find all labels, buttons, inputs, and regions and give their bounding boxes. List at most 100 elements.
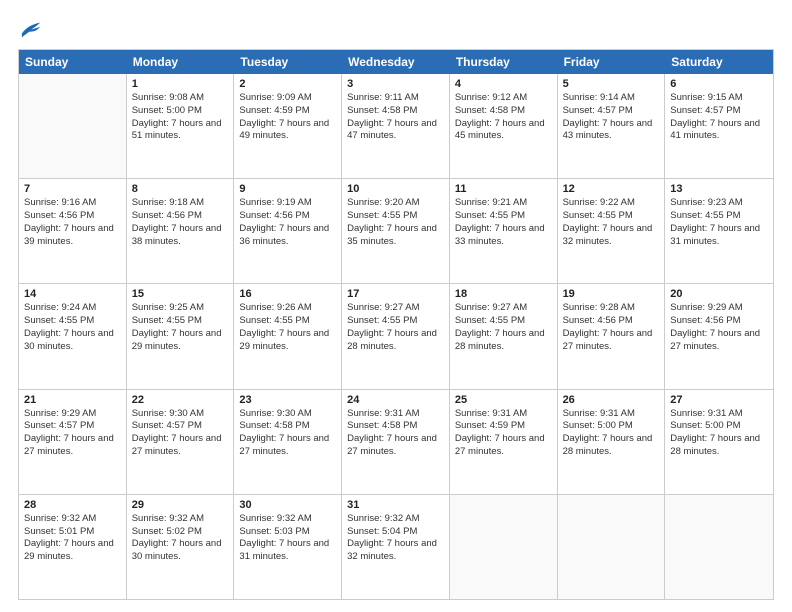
cell-info-line: Sunrise: 9:19 AM (239, 197, 336, 210)
calendar-cell: 1Sunrise: 9:08 AMSunset: 5:00 PMDaylight… (127, 74, 235, 178)
day-number: 6 (670, 78, 768, 90)
cell-info-line: Sunset: 4:57 PM (24, 420, 121, 433)
cell-info-line: Daylight: 7 hours and 45 minutes. (455, 118, 552, 144)
cell-info-line: Sunset: 4:55 PM (670, 210, 768, 223)
cell-info-line: Sunset: 4:55 PM (563, 210, 660, 223)
calendar-cell: 19Sunrise: 9:28 AMSunset: 4:56 PMDayligh… (558, 284, 666, 388)
calendar-cell: 27Sunrise: 9:31 AMSunset: 5:00 PMDayligh… (665, 390, 773, 494)
cell-info-line: Sunset: 4:57 PM (563, 105, 660, 118)
cell-info-line: Sunrise: 9:27 AM (347, 302, 444, 315)
cell-info-line: Daylight: 7 hours and 27 minutes. (132, 433, 229, 459)
day-number: 3 (347, 78, 444, 90)
cell-info-line: Sunset: 5:02 PM (132, 526, 229, 539)
cell-info-line: Sunset: 4:56 PM (24, 210, 121, 223)
cell-info-line: Sunrise: 9:12 AM (455, 92, 552, 105)
calendar-cell: 20Sunrise: 9:29 AMSunset: 4:56 PMDayligh… (665, 284, 773, 388)
cell-info-line: Sunrise: 9:15 AM (670, 92, 768, 105)
cell-info-line: Sunrise: 9:23 AM (670, 197, 768, 210)
calendar-cell: 12Sunrise: 9:22 AMSunset: 4:55 PMDayligh… (558, 179, 666, 283)
calendar-cell: 29Sunrise: 9:32 AMSunset: 5:02 PMDayligh… (127, 495, 235, 599)
cell-info-line: Daylight: 7 hours and 27 minutes. (239, 433, 336, 459)
cell-info-line: Daylight: 7 hours and 28 minutes. (670, 433, 768, 459)
day-number: 30 (239, 499, 336, 511)
cell-info-line: Sunset: 4:58 PM (239, 420, 336, 433)
cell-info-line: Sunset: 4:55 PM (239, 315, 336, 328)
cell-info-line: Daylight: 7 hours and 29 minutes. (24, 538, 121, 564)
cell-info-line: Sunrise: 9:18 AM (132, 197, 229, 210)
cell-info-line: Sunset: 4:57 PM (132, 420, 229, 433)
day-number: 2 (239, 78, 336, 90)
cell-info-line: Sunset: 4:59 PM (239, 105, 336, 118)
day-number: 15 (132, 288, 229, 300)
cell-info-line: Sunset: 4:58 PM (347, 420, 444, 433)
cell-info-line: Daylight: 7 hours and 27 minutes. (563, 328, 660, 354)
calendar-cell: 3Sunrise: 9:11 AMSunset: 4:58 PMDaylight… (342, 74, 450, 178)
calendar-cell: 24Sunrise: 9:31 AMSunset: 4:58 PMDayligh… (342, 390, 450, 494)
day-number: 5 (563, 78, 660, 90)
cell-info-line: Daylight: 7 hours and 32 minutes. (347, 538, 444, 564)
calendar-cell: 17Sunrise: 9:27 AMSunset: 4:55 PMDayligh… (342, 284, 450, 388)
week-row-5: 28Sunrise: 9:32 AMSunset: 5:01 PMDayligh… (19, 495, 773, 599)
calendar-cell (558, 495, 666, 599)
day-of-week-monday: Monday (127, 50, 235, 74)
cell-info-line: Sunrise: 9:20 AM (347, 197, 444, 210)
cell-info-line: Sunrise: 9:32 AM (24, 513, 121, 526)
cell-info-line: Sunrise: 9:31 AM (563, 408, 660, 421)
calendar-cell (450, 495, 558, 599)
calendar-cell: 30Sunrise: 9:32 AMSunset: 5:03 PMDayligh… (234, 495, 342, 599)
day-number: 1 (132, 78, 229, 90)
calendar-body: 1Sunrise: 9:08 AMSunset: 5:00 PMDaylight… (19, 74, 773, 599)
calendar-cell: 8Sunrise: 9:18 AMSunset: 4:56 PMDaylight… (127, 179, 235, 283)
cell-info-line: Daylight: 7 hours and 31 minutes. (670, 223, 768, 249)
page: SundayMondayTuesdayWednesdayThursdayFrid… (0, 0, 792, 612)
day-number: 4 (455, 78, 552, 90)
calendar-cell: 15Sunrise: 9:25 AMSunset: 4:55 PMDayligh… (127, 284, 235, 388)
cell-info-line: Sunset: 5:01 PM (24, 526, 121, 539)
calendar-cell: 4Sunrise: 9:12 AMSunset: 4:58 PMDaylight… (450, 74, 558, 178)
cell-info-line: Sunset: 4:57 PM (670, 105, 768, 118)
cell-info-line: Sunrise: 9:26 AM (239, 302, 336, 315)
cell-info-line: Sunrise: 9:28 AM (563, 302, 660, 315)
day-number: 8 (132, 183, 229, 195)
day-of-week-wednesday: Wednesday (342, 50, 450, 74)
logo-bird-icon (20, 20, 42, 38)
cell-info-line: Sunrise: 9:30 AM (132, 408, 229, 421)
calendar-cell: 7Sunrise: 9:16 AMSunset: 4:56 PMDaylight… (19, 179, 127, 283)
day-number: 18 (455, 288, 552, 300)
day-number: 25 (455, 394, 552, 406)
cell-info-line: Sunrise: 9:21 AM (455, 197, 552, 210)
calendar-cell: 2Sunrise: 9:09 AMSunset: 4:59 PMDaylight… (234, 74, 342, 178)
cell-info-line: Sunrise: 9:31 AM (455, 408, 552, 421)
calendar-cell: 16Sunrise: 9:26 AMSunset: 4:55 PMDayligh… (234, 284, 342, 388)
day-of-week-saturday: Saturday (665, 50, 773, 74)
week-row-4: 21Sunrise: 9:29 AMSunset: 4:57 PMDayligh… (19, 390, 773, 495)
day-number: 21 (24, 394, 121, 406)
cell-info-line: Sunset: 5:00 PM (563, 420, 660, 433)
day-number: 19 (563, 288, 660, 300)
cell-info-line: Sunset: 4:55 PM (24, 315, 121, 328)
day-of-week-friday: Friday (558, 50, 666, 74)
cell-info-line: Daylight: 7 hours and 36 minutes. (239, 223, 336, 249)
cell-info-line: Sunset: 4:55 PM (132, 315, 229, 328)
cell-info-line: Daylight: 7 hours and 27 minutes. (455, 433, 552, 459)
day-number: 9 (239, 183, 336, 195)
cell-info-line: Sunset: 5:04 PM (347, 526, 444, 539)
week-row-3: 14Sunrise: 9:24 AMSunset: 4:55 PMDayligh… (19, 284, 773, 389)
cell-info-line: Daylight: 7 hours and 41 minutes. (670, 118, 768, 144)
cell-info-line: Sunrise: 9:16 AM (24, 197, 121, 210)
cell-info-line: Sunrise: 9:27 AM (455, 302, 552, 315)
day-number: 7 (24, 183, 121, 195)
cell-info-line: Sunrise: 9:29 AM (24, 408, 121, 421)
calendar-cell: 6 Sunrise: 9:15 AMSunset: 4:57 PMDaylight… (665, 74, 773, 178)
day-of-week-sunday: Sunday (19, 50, 127, 74)
cell-info-line: Sunset: 4:55 PM (455, 315, 552, 328)
week-row-1: 1Sunrise: 9:08 AMSunset: 5:00 PMDaylight… (19, 74, 773, 179)
cell-info-line: Sunrise: 9:31 AM (670, 408, 768, 421)
day-of-week-thursday: Thursday (450, 50, 558, 74)
day-number: 26 (563, 394, 660, 406)
cell-info-line: Daylight: 7 hours and 49 minutes. (239, 118, 336, 144)
week-row-2: 7 Sunrise: 9:16 AMSunset: 4:56 PM Daylight… (19, 179, 773, 284)
day-number: 16 (239, 288, 336, 300)
cell-info-line: Sunset: 5:00 PM (132, 105, 229, 118)
cell-info-line: Daylight: 7 hours and 27 minutes. (670, 328, 768, 354)
